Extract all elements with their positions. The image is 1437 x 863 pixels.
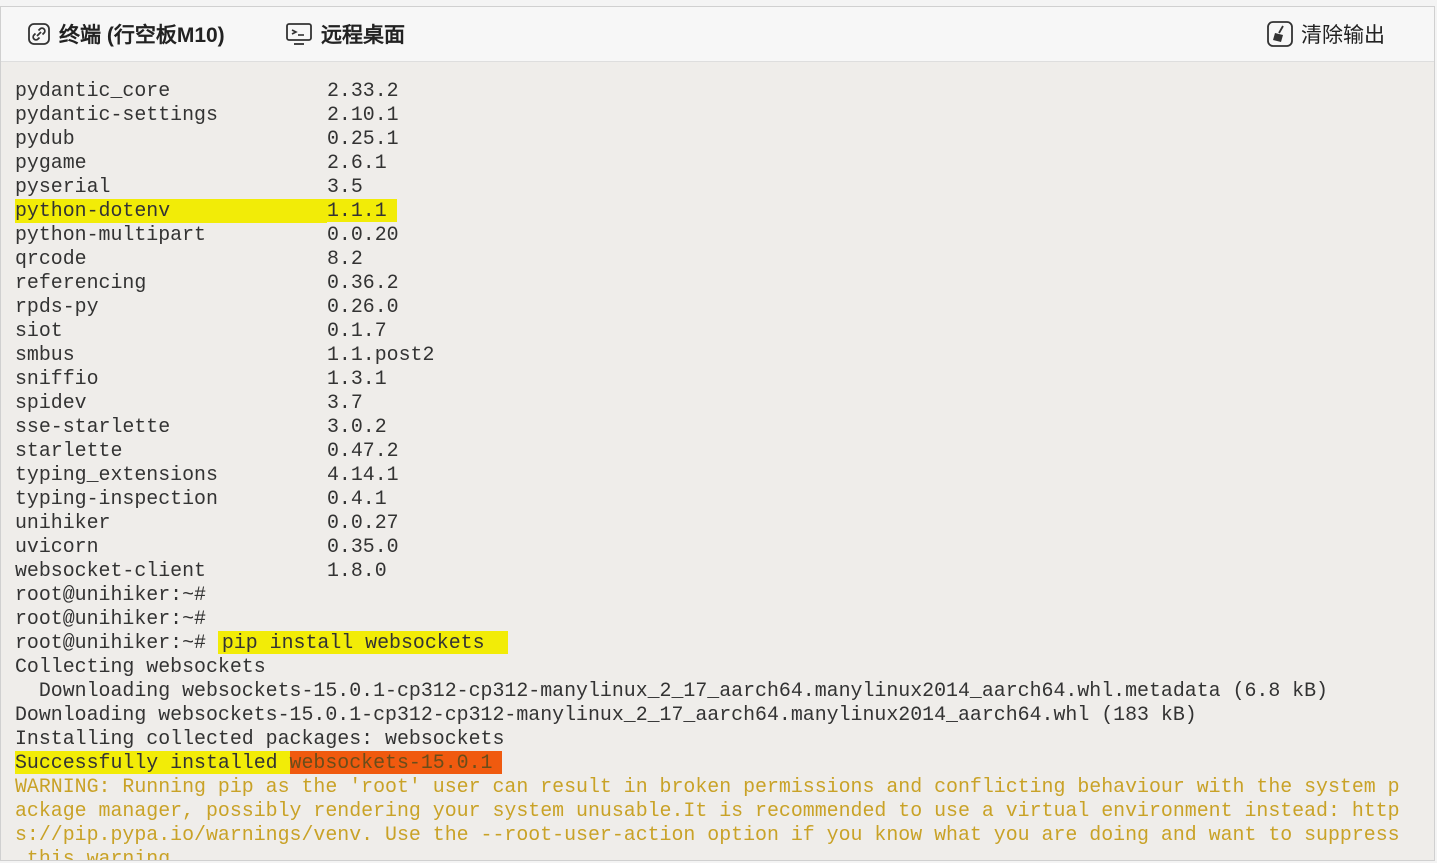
package-line: websocket-client 1.8.0 xyxy=(15,559,1434,583)
package-version: 2.33.2 xyxy=(327,79,399,102)
download-wheel-line: Downloading websockets-15.0.1-cp312-cp31… xyxy=(15,703,1197,726)
package-version: 4.14.1 xyxy=(327,463,399,486)
package-name: python-multipart xyxy=(15,223,206,246)
package-line: pydantic-settings 2.10.1 xyxy=(15,103,1434,127)
package-version: 8.2 xyxy=(327,247,363,270)
package-version: 0.25.1 xyxy=(327,127,399,150)
warning-line: s://pip.pypa.io/warnings/venv. Use the -… xyxy=(15,823,1400,846)
shell-prompt: root@unihiker:~# xyxy=(15,583,206,606)
package-line: unihiker 0.0.27 xyxy=(15,511,1434,535)
package-line: pygame 2.6.1 xyxy=(15,151,1434,175)
warning-line: ackage manager, possibly rendering your … xyxy=(15,799,1400,822)
package-line: typing-inspection 0.4.1 xyxy=(15,487,1434,511)
clear-output-button[interactable]: 清除输出 xyxy=(1267,19,1385,49)
monitor-icon xyxy=(285,22,313,46)
package-name: typing_extensions xyxy=(15,463,218,486)
package-version: 1.1.1 xyxy=(327,199,397,222)
package-name: pydub xyxy=(15,127,75,150)
package-line: typing_extensions 4.14.1 xyxy=(15,463,1434,487)
link-icon xyxy=(27,22,51,46)
package-line: python-dotenv 1.1.1 xyxy=(15,199,1434,223)
installing-line: Installing collected packages: websocket… xyxy=(15,727,505,750)
success-line: Successfully installed websockets-15.0.1 xyxy=(15,751,1434,775)
package-line: referencing 0.36.2 xyxy=(15,271,1434,295)
warning-line: WARNING: Running pip as the 'root' user … xyxy=(15,775,1400,798)
download-metadata-line: Downloading websockets-15.0.1-cp312-cp31… xyxy=(15,679,1328,702)
package-version: 1.1.post2 xyxy=(327,343,435,366)
package-line: sniffio 1.3.1 xyxy=(15,367,1434,391)
prompt-line: root@unihiker:~# xyxy=(15,583,1434,607)
package-version: 0.0.20 xyxy=(327,223,399,246)
package-line: pyserial 3.5 xyxy=(15,175,1434,199)
package-line: rpds-py 0.26.0 xyxy=(15,295,1434,319)
terminal-output[interactable]: pydantic_core 2.33.2 pydantic-settings 2.10… xyxy=(1,63,1434,860)
package-name: typing-inspection xyxy=(15,487,218,510)
package-line: spidev 3.7 xyxy=(15,391,1434,415)
package-version: 1.3.1 xyxy=(327,367,387,390)
remote-desktop-label: 远程桌面 xyxy=(321,24,405,47)
package-version: 3.0.2 xyxy=(327,415,387,438)
broom-icon xyxy=(1267,21,1293,47)
warning-line: this warning. xyxy=(15,847,183,861)
package-line: smbus 1.1.post2 xyxy=(15,343,1434,367)
package-name: rpds-py xyxy=(15,295,99,318)
package-version: 2.6.1 xyxy=(327,151,387,174)
package-name: starlette xyxy=(15,439,123,462)
shell-prompt: root@unihiker:~# xyxy=(15,607,206,630)
package-version: 2.10.1 xyxy=(327,103,399,126)
package-name: siot xyxy=(15,319,63,342)
package-name: pydantic_core xyxy=(15,79,171,102)
package-line: pydantic_core 2.33.2 xyxy=(15,79,1434,103)
package-version: 0.1.7 xyxy=(327,319,387,342)
command-line: root@unihiker:~# pip install websockets xyxy=(15,631,1434,655)
package-line: qrcode 8.2 xyxy=(15,247,1434,271)
package-name: pydantic-settings xyxy=(15,103,218,126)
package-version: 0.47.2 xyxy=(327,439,399,462)
remote-desktop-tab[interactable]: 远程桌面 xyxy=(285,19,405,49)
shell-prompt: root@unihiker:~# xyxy=(15,631,218,654)
package-line: uvicorn 0.35.0 xyxy=(15,535,1434,559)
installed-package: websockets-15.0.1 xyxy=(289,751,503,774)
package-version: 3.7 xyxy=(327,391,363,414)
package-line: siot 0.1.7 xyxy=(15,319,1434,343)
terminal-panel: 终端 (行空板M10) 远程桌面 清除输出 pydantic_core 2.33… xyxy=(0,6,1435,861)
package-name: python-dotenv xyxy=(15,199,327,223)
package-name: sniffio xyxy=(15,367,99,390)
package-version: 0.36.2 xyxy=(327,271,399,294)
typed-command: pip install websockets xyxy=(217,631,509,654)
collecting-line: Collecting websockets xyxy=(15,655,266,678)
clear-output-label: 清除输出 xyxy=(1301,24,1385,47)
success-prefix: Successfully installed xyxy=(15,751,290,774)
package-version: 0.26.0 xyxy=(327,295,399,318)
package-name: websocket-client xyxy=(15,559,206,582)
package-name: uvicorn xyxy=(15,535,99,558)
package-name: pyserial xyxy=(15,175,111,198)
package-line: starlette 0.47.2 xyxy=(15,439,1434,463)
package-name: sse-starlette xyxy=(15,415,171,438)
terminal-tab[interactable]: 终端 (行空板M10) xyxy=(27,19,225,49)
package-line: pydub 0.25.1 xyxy=(15,127,1434,151)
package-version: 0.0.27 xyxy=(327,511,399,534)
package-name: smbus xyxy=(15,343,75,366)
package-name: qrcode xyxy=(15,247,87,270)
package-name: referencing xyxy=(15,271,147,294)
package-version: 3.5 xyxy=(327,175,363,198)
package-name: pygame xyxy=(15,151,87,174)
package-name: unihiker xyxy=(15,511,111,534)
terminal-tab-label: 终端 (行空板M10) xyxy=(59,24,225,47)
prompt-line: root@unihiker:~# xyxy=(15,607,1434,631)
package-version: 0.4.1 xyxy=(327,487,387,510)
package-version: 1.8.0 xyxy=(327,559,387,582)
package-name: spidev xyxy=(15,391,87,414)
package-version: 0.35.0 xyxy=(327,535,399,558)
package-line: python-multipart 0.0.20 xyxy=(15,223,1434,247)
terminal-toolbar: 终端 (行空板M10) 远程桌面 清除输出 xyxy=(1,7,1434,62)
package-line: sse-starlette 3.0.2 xyxy=(15,415,1434,439)
